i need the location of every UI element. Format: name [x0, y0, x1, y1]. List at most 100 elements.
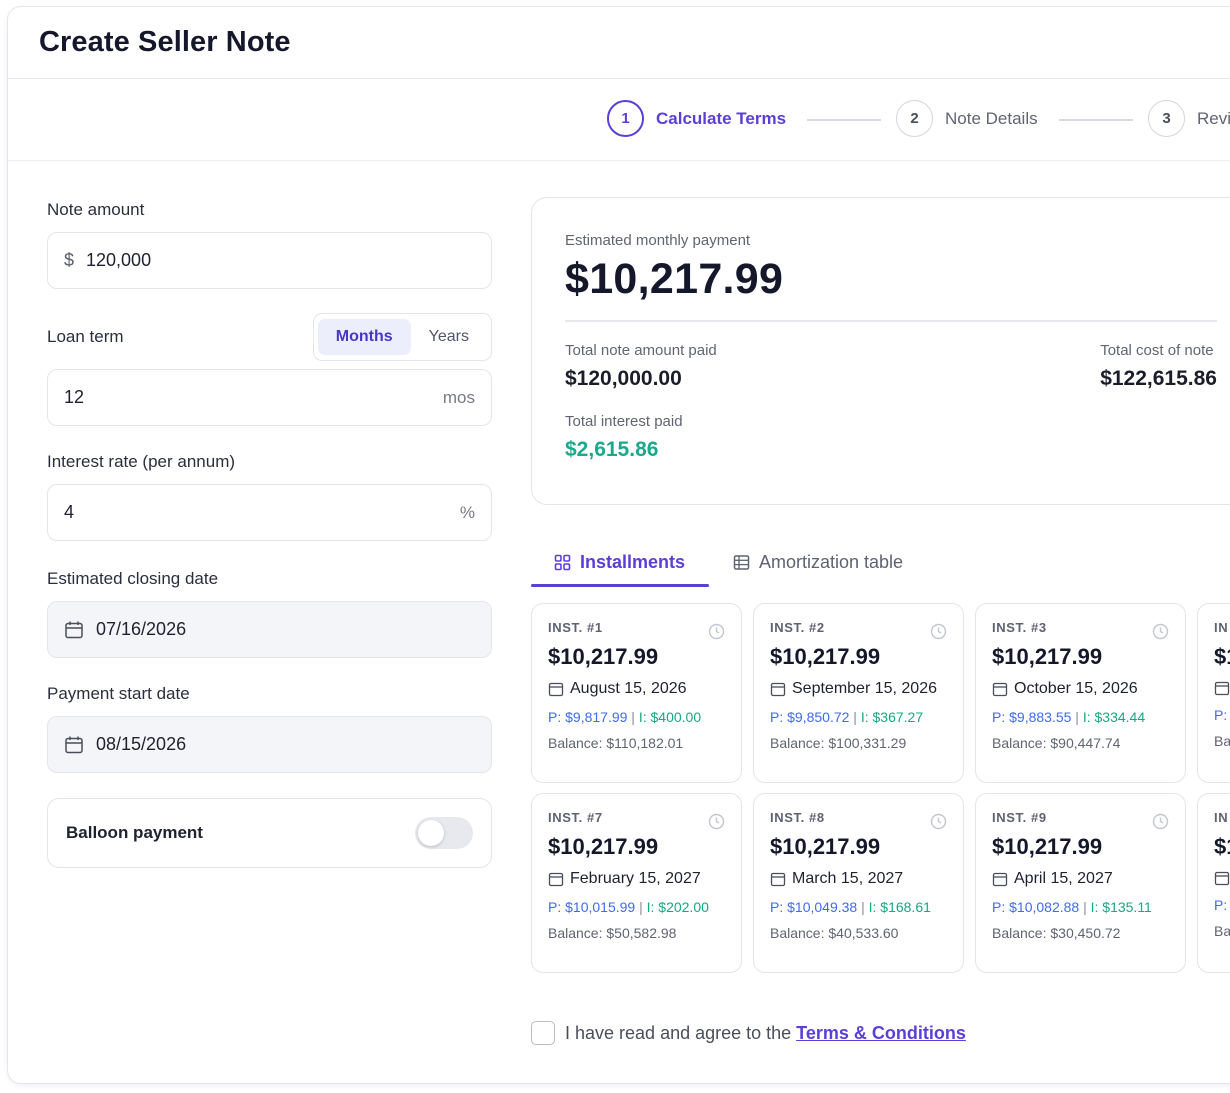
terms-checkbox[interactable] [531, 1021, 555, 1045]
principal-amount: P: $10,015.99 [548, 899, 636, 915]
tab-amortization-label: Amortization table [759, 551, 904, 572]
calendar-icon [992, 682, 1008, 697]
remaining-balance: Ba [1214, 733, 1230, 749]
remaining-balance: Balance: $110,182.01 [548, 735, 684, 751]
installment-card[interactable]: INST. #7 $10,217.99 February 15, 2027 P: $1… [531, 793, 742, 973]
stepper: 1 Calculate Terms 2 Note Details 3 Revi [8, 79, 1230, 161]
principal-interest: P: [1214, 707, 1230, 723]
clock-icon [708, 813, 725, 830]
total-cost-value: $122,615.86 [1100, 367, 1217, 390]
loan-term-input[interactable]: 12 mos [47, 369, 492, 426]
installment-amount: $10,217.99 [992, 834, 1103, 859]
pi-separator: | [635, 899, 647, 915]
step-connector [1059, 119, 1133, 121]
note-amount-value: 120,000 [86, 250, 152, 270]
installment-card[interactable]: IN $1 P: Ba [1197, 793, 1230, 973]
step-note-details[interactable]: 2 Note Details [896, 100, 1038, 137]
term-unit-months[interactable]: Months [317, 319, 411, 355]
calendar-icon [65, 736, 83, 753]
installment-amount: $10,217.99 [770, 644, 881, 669]
note-amount-input[interactable]: $ 120,000 [47, 232, 492, 289]
installment-card[interactable]: INST. #2 $10,217.99 September 15, 2026 P: $… [753, 603, 964, 783]
pi-separator: | [857, 899, 869, 915]
installment-card[interactable]: INST. #9 $10,217.99 April 15, 2027 P: $10,0… [975, 793, 1186, 973]
calendar-icon [65, 621, 83, 638]
interest-amount: I: $168.61 [868, 899, 931, 915]
closing-date-label: Estimated closing date [47, 569, 219, 588]
principal-amount: P: [1214, 707, 1228, 723]
grid-icon [554, 554, 571, 570]
installment-number: IN [1214, 810, 1229, 825]
clock-icon [930, 813, 947, 830]
terms-link[interactable]: Terms & Conditions [796, 1023, 966, 1044]
start-date-label: Payment start date [47, 684, 190, 703]
months-suffix: mos [442, 387, 475, 407]
installment-amount: $1 [1214, 834, 1230, 859]
total-interest-block: Total interest paid $2,615.86 [565, 413, 1217, 462]
clock-icon [708, 623, 725, 640]
term-unit-years[interactable]: Years [411, 319, 487, 355]
active-tab-indicator [531, 584, 709, 587]
results-tabs: Installments Amortization table [531, 537, 1230, 587]
installment-card[interactable]: INST. #3 $10,217.99 October 15, 2026 P: $9,… [975, 603, 1186, 783]
start-date-input[interactable]: 08/15/2026 [47, 716, 492, 773]
principal-interest: P: $10,049.38 | I: $168.61 [770, 899, 947, 915]
calendar-icon [548, 682, 564, 697]
summary-divider [565, 320, 1217, 322]
interest-rate-input[interactable]: 4 % [47, 484, 492, 541]
step-review[interactable]: 3 Revi [1148, 100, 1230, 137]
installment-amount: $10,217.99 [992, 644, 1103, 669]
dollar-prefix: $ [64, 250, 75, 270]
principal-interest: P: $9,817.99 | I: $400.00 [548, 709, 725, 725]
terms-form: Note amount $ 120,000 Loan term Months Y… [47, 197, 492, 868]
step-calculate-terms[interactable]: 1 Calculate Terms [607, 100, 786, 137]
terms-agreement: I have read and agree to the Terms & Con… [531, 1021, 966, 1045]
pi-separator: | [1079, 899, 1091, 915]
clock-icon [1152, 813, 1169, 830]
tab-installments[interactable]: Installments [554, 537, 685, 587]
start-date-value: 08/15/2026 [96, 734, 187, 754]
installment-amount: $10,217.99 [548, 834, 659, 859]
note-amount-label: Note amount [47, 200, 145, 219]
installment-card[interactable]: INST. #1 $10,217.99 August 15, 2026 P: $9,8… [531, 603, 742, 783]
loan-term-label: Loan term [47, 327, 124, 346]
principal-interest: P: $10,015.99 | I: $202.00 [548, 899, 725, 915]
calendar-icon [1214, 871, 1230, 886]
tab-amortization[interactable]: Amortization table [733, 537, 903, 587]
balloon-payment-row: Balloon payment [47, 798, 492, 868]
installment-card[interactable]: INST. #8 $10,217.99 March 15, 2027 P: $10,0… [753, 793, 964, 973]
term-unit-toggle: Months Years [312, 313, 492, 361]
clock-icon [930, 623, 947, 640]
installment-date: March 15, 2027 [792, 870, 904, 887]
installment-date: August 15, 2026 [570, 680, 687, 697]
installment-number: IN [1214, 620, 1229, 635]
total-interest-label: Total interest paid [565, 413, 683, 430]
principal-amount: P: $9,850.72 [770, 709, 850, 725]
installment-card[interactable]: IN $1 P: Ba [1197, 603, 1230, 783]
interest-amount: I: $367.27 [860, 709, 924, 725]
closing-date-input[interactable]: 07/16/2026 [47, 601, 492, 658]
interest-amount: I: $135.11 [1090, 899, 1152, 915]
installment-number: INST. #9 [992, 810, 1047, 825]
installment-number: INST. #3 [992, 620, 1047, 635]
percent-suffix: % [459, 502, 475, 522]
calendar-icon [1214, 681, 1230, 696]
installment-date-row: September 15, 2026 [770, 680, 947, 698]
payment-summary: Estimated monthly payment $10,217.99 Tot… [531, 197, 1230, 505]
step-number: 2 [896, 100, 933, 137]
total-cost-label: Total cost of note [1100, 342, 1214, 359]
installment-date-row: August 15, 2026 [548, 680, 725, 698]
principal-amount: P: $9,883.55 [992, 709, 1072, 725]
closing-date-value: 07/16/2026 [96, 619, 187, 639]
balloon-payment-toggle[interactable] [415, 817, 473, 849]
remaining-balance: Balance: $90,447.74 [992, 735, 1121, 751]
installment-date-row: February 15, 2027 [548, 870, 725, 888]
summary-totals-row: Total note amount paid $120,000.00 Total… [565, 342, 1217, 391]
interest-amount: I: $202.00 [646, 899, 709, 915]
interest-amount: I: $400.00 [638, 709, 702, 725]
tab-installments-label: Installments [580, 551, 686, 572]
step-label: Calculate Terms [656, 108, 787, 128]
step-connector [807, 119, 881, 121]
principal-interest: P: $9,883.55 | I: $334.44 [992, 709, 1169, 725]
calendar-icon [770, 872, 786, 887]
